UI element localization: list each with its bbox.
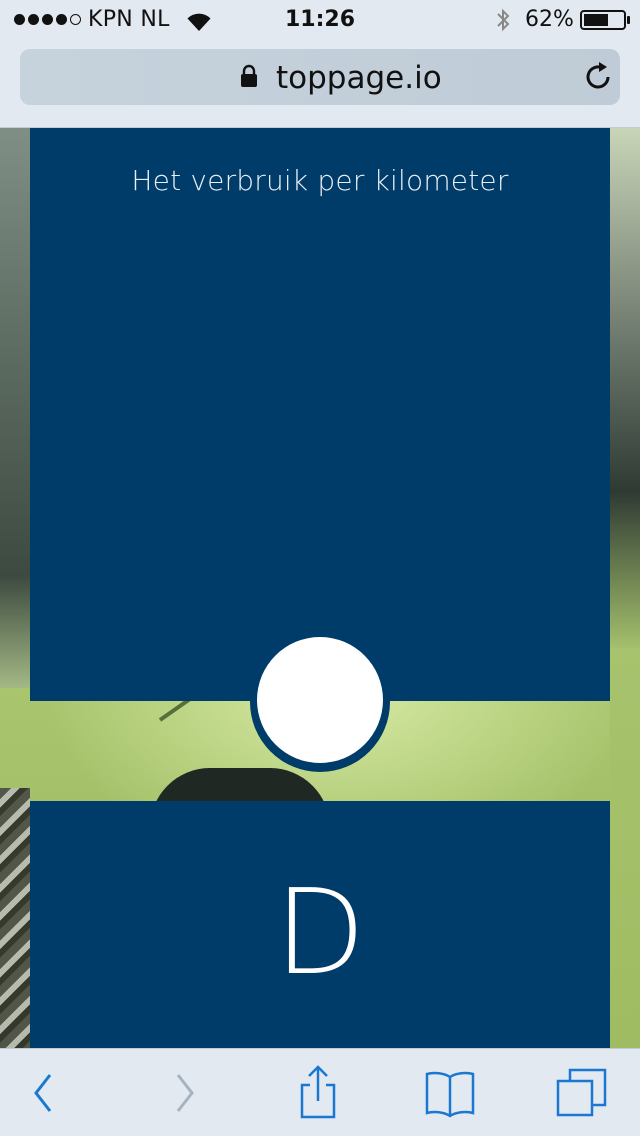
- book-icon[interactable]: [422, 1065, 478, 1121]
- battery-icon: [580, 10, 630, 30]
- slider-handle[interactable]: [250, 632, 390, 772]
- web-content: Het verbruik per kilometer D: [0, 128, 640, 1048]
- address-bar[interactable]: toppage.io: [20, 49, 620, 105]
- carrier-name: KPN NL: [88, 7, 170, 32]
- background-photo: [0, 128, 30, 688]
- battery-percentage: 62%: [525, 7, 574, 32]
- share-icon[interactable]: [290, 1065, 346, 1121]
- energy-label-letter: D: [274, 863, 366, 1001]
- chevron-left-icon[interactable]: [16, 1065, 72, 1121]
- chevron-right-icon[interactable]: [156, 1065, 212, 1121]
- browser-address-area: toppage.io: [0, 40, 640, 128]
- background-photo-tire: [0, 788, 30, 1048]
- label-panel: D: [30, 801, 610, 1048]
- url-text: toppage.io: [276, 60, 442, 96]
- slider-handle-face[interactable]: [257, 637, 383, 763]
- consumption-panel: Het verbruik per kilometer: [30, 128, 610, 701]
- browser-toolbar: [0, 1048, 640, 1136]
- wifi-icon: [187, 13, 211, 31]
- reload-icon[interactable]: [580, 59, 616, 95]
- bluetooth-icon: [497, 8, 510, 32]
- lock-icon: [241, 64, 257, 87]
- status-bar: KPN NL 11:26 62%: [0, 0, 640, 40]
- panel-title: Het verbruik per kilometer: [131, 164, 509, 197]
- signal-strength-icon: [14, 14, 81, 25]
- tabs-icon[interactable]: [554, 1065, 610, 1121]
- background-photo-right: [610, 128, 640, 648]
- background-photo-right-lower: [610, 648, 640, 1048]
